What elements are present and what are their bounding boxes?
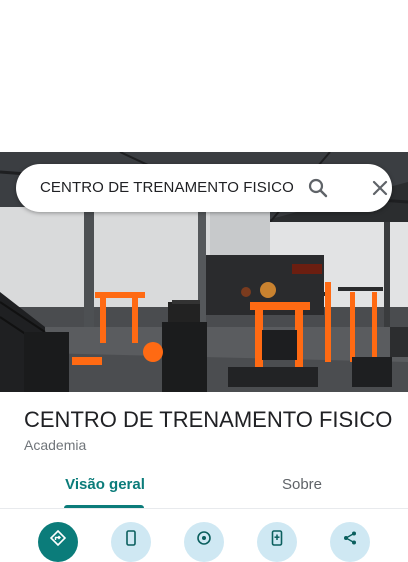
search-icon[interactable] [306,176,330,200]
call-button[interactable] [111,522,151,562]
close-icon[interactable] [368,176,392,200]
share-button[interactable] [330,522,370,562]
place-category: Academia [24,437,87,453]
send-to-phone-button[interactable] [257,522,297,562]
tab-about[interactable]: Sobre [262,476,342,508]
tab-divider [0,508,408,509]
directions-button[interactable] [38,522,78,562]
tab-overview[interactable]: Visão geral [60,476,150,508]
search-bar[interactable]: CENTRO DE TRENAMENTO FISICO [16,164,392,212]
nearby-button[interactable] [184,522,224,562]
place-title: CENTRO DE TRENAMENTO FISICO [24,407,393,432]
search-input[interactable]: CENTRO DE TRENAMENTO FISICO [40,164,294,212]
